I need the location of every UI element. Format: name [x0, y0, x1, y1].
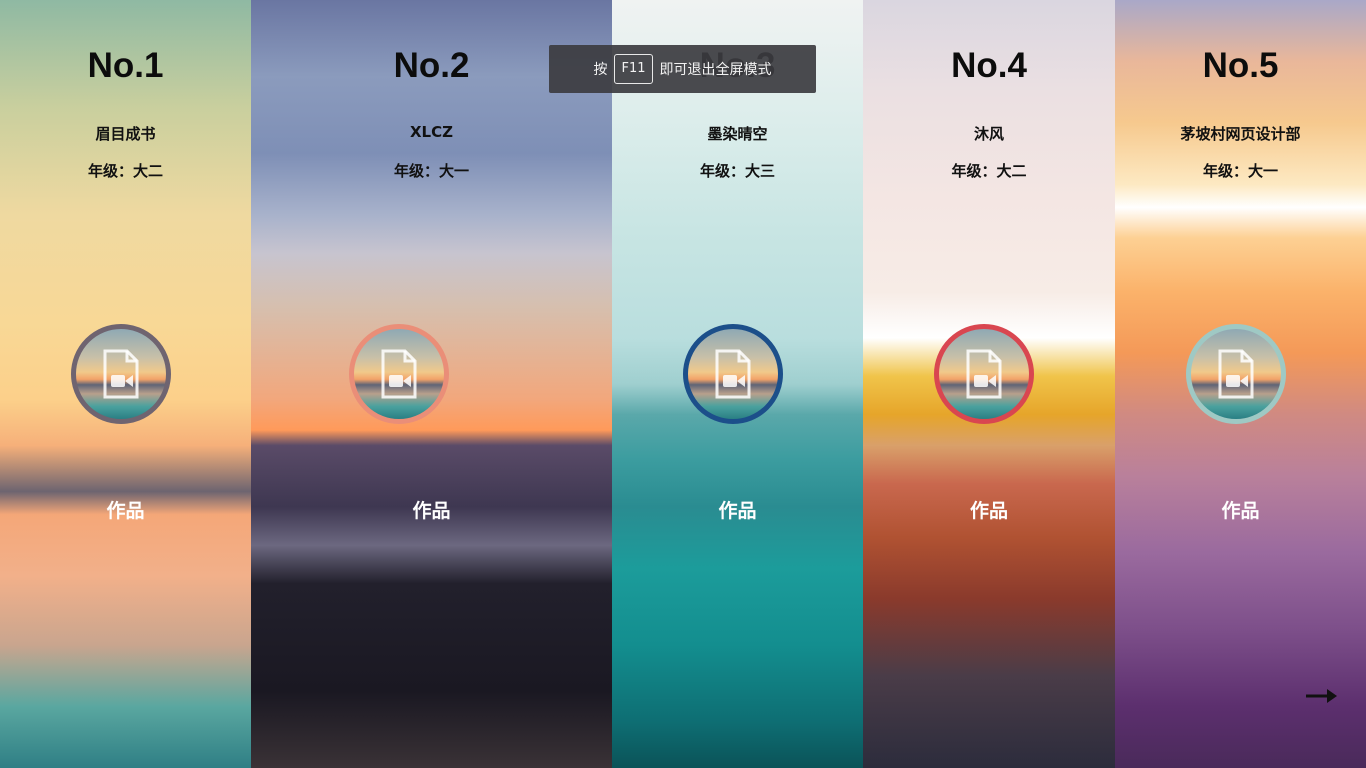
works-link[interactable]: 作品: [1115, 496, 1366, 523]
member-panel-2: No.2 XLCZ 年级：大一 作品: [251, 0, 612, 768]
member-showcase: No.1 眉目成书 年级：大二 作品 No.2 XLCZ 年级：大一 作品 墨染…: [0, 0, 1366, 768]
f11-key-badge: F11: [614, 54, 653, 84]
member-name: 墨染晴空: [707, 125, 768, 143]
member-panel-3: No.3 墨染晴空 年级：大三 作品: [612, 0, 863, 768]
member-panel-5: No.5 茅坡村网页设计部 年级：大一 作品: [1115, 0, 1366, 768]
toast-prefix: 按: [593, 62, 608, 78]
works-link[interactable]: 作品: [251, 496, 612, 523]
works-link[interactable]: 作品: [612, 496, 863, 523]
works-link[interactable]: 作品: [863, 496, 1115, 523]
member-grade: 年级：大二: [87, 162, 163, 180]
toast-suffix: 即可退出全屏模式: [659, 62, 772, 78]
video-file-icon[interactable]: [349, 324, 449, 424]
member-name: 眉目成书: [95, 125, 156, 143]
member-panel-1: No.1 眉目成书 年级：大二 作品: [0, 0, 251, 768]
rank-label: No.4: [951, 46, 1027, 85]
member-name: 沐风: [973, 125, 1004, 143]
member-grade: 年级：大一: [1202, 162, 1278, 180]
member-grade: 年级：大三: [699, 162, 775, 180]
member-name: 茅坡村网页设计部: [1180, 125, 1301, 143]
member-panel-4: No.4 沐风 年级：大二 作品: [863, 0, 1115, 768]
member-grade: 年级：大二: [951, 162, 1027, 180]
video-file-icon[interactable]: [71, 324, 171, 424]
video-file-icon[interactable]: [683, 324, 783, 424]
works-link[interactable]: 作品: [0, 496, 251, 523]
rank-label: No.1: [87, 46, 164, 85]
arrow-right-icon[interactable]: [1305, 686, 1339, 706]
video-file-icon[interactable]: [1186, 324, 1286, 424]
member-grade: 年级：大一: [393, 162, 469, 180]
video-file-icon[interactable]: [934, 324, 1034, 424]
rank-label: No.5: [1202, 46, 1279, 85]
member-name: XLCZ: [409, 123, 453, 141]
fullscreen-exit-toast: 按 F11 即可退出全屏模式: [549, 45, 816, 93]
